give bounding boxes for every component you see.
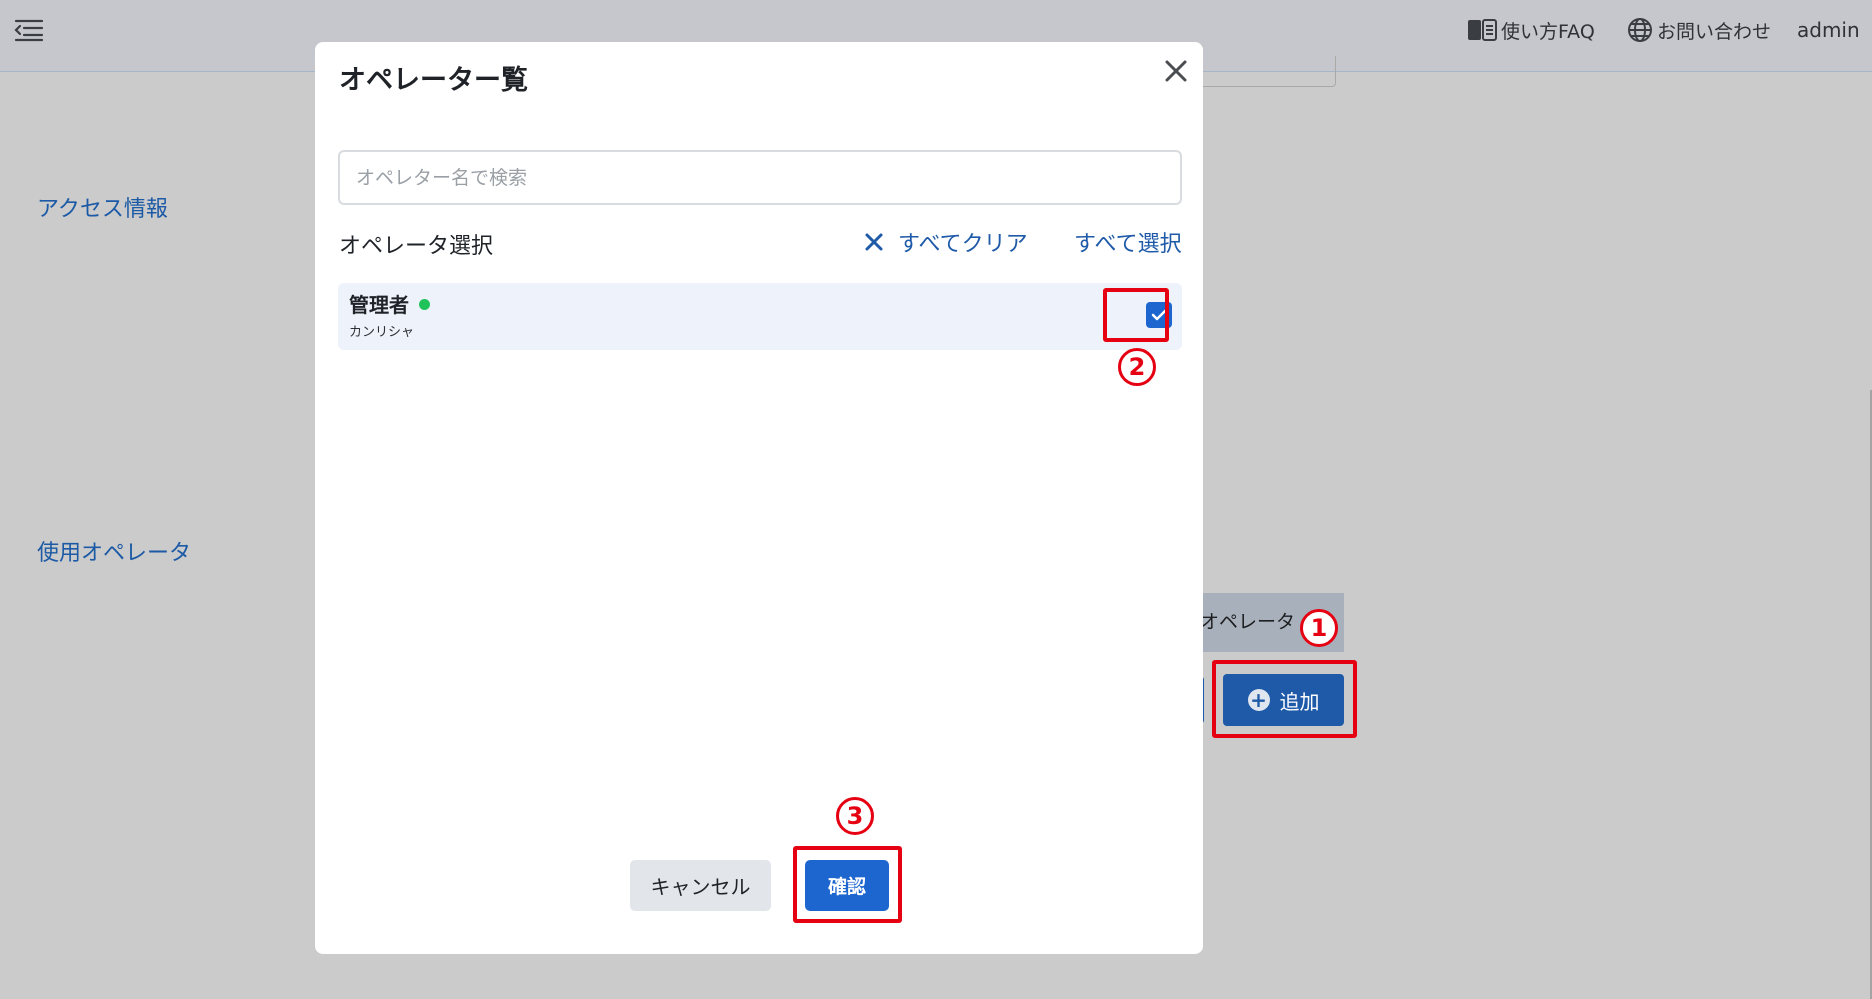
online-status-dot <box>419 299 430 310</box>
operator-list-dialog: オペレーター覧 オペレータ選択 すべてクリア すべて選択 管理者 カンリシャ キ… <box>315 42 1203 954</box>
operator-search-input[interactable] <box>338 150 1182 205</box>
section-access-info: アクセス情報 <box>37 197 168 222</box>
faq-label: 使い方FAQ <box>1501 20 1595 43</box>
clear-all-button[interactable]: すべてクリア <box>864 226 1028 258</box>
contact-label: お問い合わせ <box>1657 20 1772 43</box>
contact-link[interactable]: お問い合わせ <box>1627 17 1771 43</box>
annotation-highlight-checkbox <box>1103 288 1169 342</box>
clear-x-icon <box>865 233 883 251</box>
menu-toggle-icon[interactable] <box>14 18 44 42</box>
cancel-button[interactable]: キャンセル <box>630 860 771 911</box>
operator-kana: カンリシャ <box>349 325 415 340</box>
operator-name: 管理者 <box>349 293 409 317</box>
book-icon <box>1468 19 1497 41</box>
dialog-title: オペレーター覧 <box>339 65 528 96</box>
annotation-highlight-add <box>1212 660 1357 738</box>
username: admin <box>1797 18 1860 42</box>
user-menu[interactable]: admin <box>1797 17 1860 43</box>
clear-all-label: すべてクリア <box>898 232 1028 257</box>
globe-icon <box>1628 18 1652 42</box>
background-field <box>1190 56 1336 87</box>
annotation-highlight-confirm <box>793 846 902 923</box>
annotation-number-3: 3 <box>836 797 874 835</box>
annotation-number-1: 1 <box>1300 609 1338 647</box>
section-operators: 使用オペレータ <box>37 541 192 566</box>
operator-selection-label: オペレータ選択 <box>339 234 494 259</box>
annotation-number-2: 2 <box>1118 348 1156 386</box>
operator-list-item[interactable]: 管理者 カンリシャ <box>338 283 1182 350</box>
select-all-button[interactable]: すべて選択 <box>1074 226 1182 258</box>
faq-link[interactable]: 使い方FAQ <box>1467 17 1595 43</box>
close-icon[interactable] <box>1161 56 1191 86</box>
